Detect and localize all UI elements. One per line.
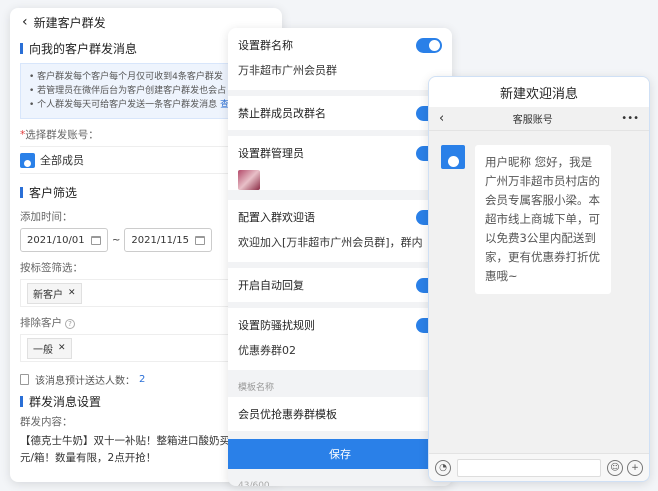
message-section-text: 群发消息设置: [29, 395, 102, 409]
forbid-rename-setting: 禁止群成员改群名: [228, 96, 452, 130]
template-name-field[interactable]: 会员优抢惠券群模板: [228, 397, 452, 431]
preview-title: 新建欢迎消息: [429, 77, 649, 107]
back-icon[interactable]: ‹: [22, 14, 28, 30]
template-label: 模板名称: [238, 383, 275, 393]
tag-chip: 新客户 ✕: [27, 282, 82, 304]
group-settings-panel: 设置群名称 万非超市广州会员群 禁止群成员改群名 设置群管理员 配置入群欢迎语 …: [228, 28, 452, 486]
notice-text: 个人群发每天可给客户发送一条客户群发消息: [37, 100, 218, 110]
set-admin-setting: 设置群管理员: [228, 136, 452, 190]
back-icon[interactable]: ‹: [439, 111, 444, 126]
date-end-input[interactable]: 2021/11/15: [124, 228, 213, 252]
calendar-icon: [195, 235, 206, 245]
user-icon: [20, 152, 35, 168]
chat-title: 客服账号: [512, 115, 553, 126]
welcome-value[interactable]: 欢迎加入[万非超市广州会员群]，群内: [228, 234, 452, 262]
message-bubble: 用户昵称 您好，我是广州万非超市员村店的会员专属客服小梁。本超市线上商城下单，可…: [475, 145, 611, 294]
filter-section-text: 客户筛选: [29, 186, 78, 200]
group-name-toggle[interactable]: [416, 37, 442, 53]
setting-label: 设置群名称: [238, 39, 293, 52]
section-bar: [20, 43, 23, 54]
close-icon[interactable]: ✕: [68, 288, 76, 298]
close-icon[interactable]: ✕: [58, 343, 66, 353]
save-button[interactable]: 保存: [228, 439, 452, 469]
date-end-value: 2021/11/15: [131, 234, 190, 246]
estimate-text: 该消息预计送达人数：: [35, 376, 135, 387]
date-start-input[interactable]: 2021/10/01: [20, 228, 108, 252]
voice-icon[interactable]: ◔: [435, 459, 451, 476]
admin-avatar[interactable]: [238, 170, 260, 190]
date-separator: ~: [112, 234, 121, 246]
setting-label: 禁止群成员改群名: [238, 107, 326, 120]
notice-text: 若管理员在微伴后台为客户创建客户群发也会占: [37, 86, 227, 96]
template-value: 会员优抢惠券群模板: [238, 408, 337, 421]
account-label-text: 选择群发账号：: [25, 129, 99, 141]
anti-spam-value[interactable]: 优惠券群02: [228, 342, 452, 370]
chat-message: 用户昵称 您好，我是广州万非超市员村店的会员专属客服小梁。本超市线上商城下单，可…: [441, 145, 649, 294]
more-icon[interactable]: •••: [621, 113, 639, 124]
user-avatar-icon: [441, 145, 465, 169]
group-name-setting: 设置群名称 万非超市广州会员群: [228, 28, 452, 90]
welcome-setting: 配置入群欢迎语 欢迎加入[万非超市广州会员群]，群内: [228, 200, 452, 262]
calendar-icon: [91, 235, 101, 245]
add-icon[interactable]: +: [627, 459, 643, 476]
setting-label: 设置防骚扰规则: [238, 319, 315, 332]
notice-text: 客户群发每个客户每个月仅可收到4条客户群发: [37, 72, 223, 82]
date-start-value: 2021/10/01: [27, 234, 85, 246]
tag-text: 一般: [33, 344, 53, 356]
section-title-text: 向我的客户群发消息: [29, 42, 138, 56]
help-icon[interactable]: ?: [65, 319, 75, 329]
setting-label: 开启自动回复: [238, 279, 304, 292]
page-title: 新建客户群发: [33, 15, 106, 30]
chat-nav: ‹ 客服账号 •••: [429, 107, 649, 131]
tag-text: 新客户: [33, 289, 63, 301]
auto-reply-setting: 开启自动回复: [228, 268, 452, 302]
exclude-label-text: 排除客户: [20, 317, 62, 329]
chat-input-bar: ◔ ☺ +: [429, 453, 649, 481]
tag-chip: 一般 ✕: [27, 337, 72, 359]
setting-label: 配置入群欢迎语: [238, 211, 315, 224]
estimate-count: 2: [139, 374, 146, 385]
setting-label: 设置群管理员: [238, 147, 304, 160]
emoji-icon[interactable]: ☺: [607, 459, 623, 476]
anti-spam-setting: 设置防骚扰规则 优惠券群02: [228, 308, 452, 370]
chat-input[interactable]: [457, 458, 601, 477]
document-icon: [20, 374, 29, 385]
group-name-value[interactable]: 万非超市广州会员群: [228, 62, 452, 90]
char-counter: 43/600: [238, 481, 270, 486]
account-value: 全部成员: [40, 154, 84, 167]
welcome-message-preview: 新建欢迎消息 ‹ 客服账号 ••• 用户昵称 您好，我是广州万非超市员村店的会员…: [428, 76, 650, 482]
